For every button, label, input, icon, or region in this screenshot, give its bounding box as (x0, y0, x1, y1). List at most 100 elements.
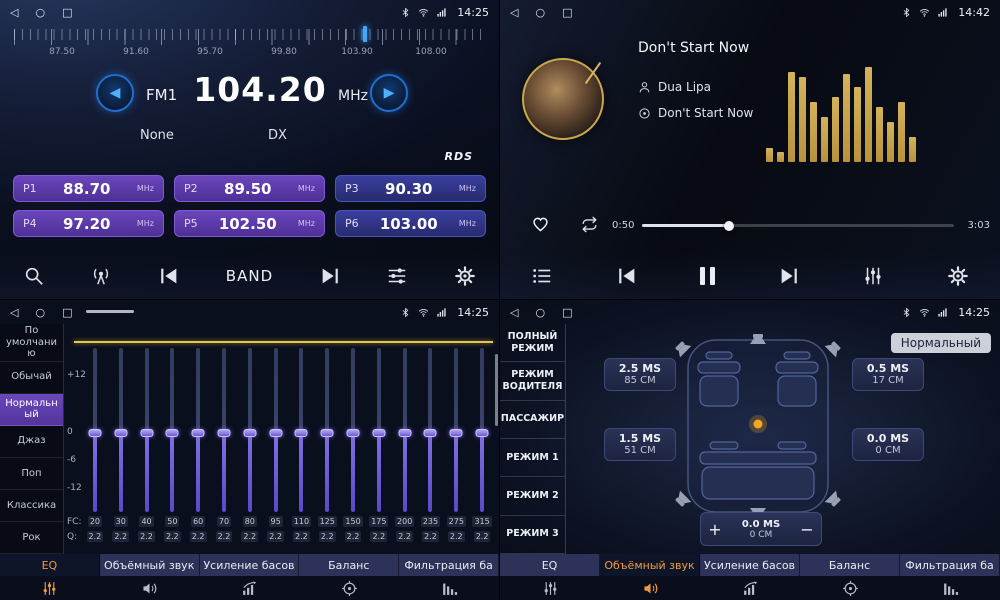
delay-card-front-left[interactable]: 2.5 MS 85 CM (604, 358, 676, 391)
recents-icon[interactable]: □ (562, 307, 572, 318)
slider-knob[interactable] (372, 429, 385, 437)
increase-button[interactable]: + (701, 520, 729, 539)
preset-button[interactable]: P6 103.00 MHz (335, 210, 486, 237)
home-icon[interactable]: ○ (535, 7, 545, 18)
tune-down-button[interactable]: ◀ (96, 74, 134, 112)
listening-mode-item[interactable]: ПОЛНЫЙ РЕЖИМ (500, 324, 565, 362)
eq-preset-item[interactable]: Рок (0, 522, 63, 554)
band-button[interactable]: BAND (226, 267, 273, 285)
listening-mode-item[interactable]: РЕЖИМ ВОДИТЕЛЯ (500, 362, 565, 400)
delay-card-rear-right[interactable]: 0.0 MS 0 CM (852, 428, 924, 461)
slider-knob[interactable] (450, 429, 463, 437)
balance-icon[interactable] (341, 580, 358, 597)
sound-tab[interactable]: Объёмный звук (100, 554, 200, 576)
repeat-icon[interactable] (580, 215, 599, 234)
seek-bar[interactable] (642, 224, 954, 227)
eq-preset-item[interactable]: По умолчанию (0, 324, 63, 362)
preset-button[interactable]: P4 97.20 MHz (13, 210, 164, 237)
slider-knob[interactable] (192, 429, 205, 437)
band-slider[interactable] (263, 348, 289, 512)
back-icon[interactable]: ◁ (510, 7, 518, 18)
band-slider[interactable] (392, 348, 418, 512)
home-icon[interactable]: ○ (535, 307, 545, 318)
back-icon[interactable]: ◁ (510, 307, 518, 318)
next-icon[interactable] (778, 265, 800, 287)
slider-knob[interactable] (114, 429, 127, 437)
band-slider[interactable] (340, 348, 366, 512)
album-art[interactable] (522, 58, 604, 140)
recents-icon[interactable]: □ (562, 7, 572, 18)
dx-mode-label[interactable]: DX (268, 128, 287, 143)
listening-mode-item[interactable]: РЕЖИМ 3 (500, 516, 565, 554)
slider-knob[interactable] (476, 429, 489, 437)
next-icon[interactable] (319, 265, 341, 287)
surround-icon[interactable] (141, 580, 158, 597)
previous-icon[interactable] (158, 265, 180, 287)
frequency-ruler[interactable]: 87.5091.6095.7099.80103.90108.00 (0, 27, 499, 65)
slider-knob[interactable] (424, 429, 437, 437)
band-slider[interactable] (82, 348, 108, 512)
pause-button[interactable] (700, 267, 715, 285)
profile-button[interactable]: Нормальный (891, 333, 991, 353)
previous-icon[interactable] (616, 265, 638, 287)
delay-card-rear-left[interactable]: 1.5 MS 51 CM (604, 428, 676, 461)
band-slider[interactable] (185, 348, 211, 512)
sound-tab[interactable]: Фильтрация ба (900, 554, 1000, 576)
eq-icon[interactable] (41, 580, 58, 597)
slider-knob[interactable] (269, 429, 282, 437)
slider-knob[interactable] (140, 429, 153, 437)
eq-preset-item[interactable]: Классика (0, 490, 63, 522)
band-slider[interactable] (443, 348, 469, 512)
recents-icon[interactable]: □ (62, 7, 72, 18)
settings-icon[interactable] (454, 265, 476, 287)
search-icon[interactable] (23, 265, 45, 287)
eq-preset-item[interactable]: Джаз (0, 426, 63, 458)
band-slider[interactable] (314, 348, 340, 512)
filter-icon[interactable] (441, 580, 458, 597)
listening-mode-item[interactable]: ПАССАЖИР (500, 401, 565, 439)
slider-knob[interactable] (295, 429, 308, 437)
bass-boost-icon[interactable] (241, 580, 258, 597)
preset-button[interactable]: P2 89.50 MHz (174, 175, 325, 202)
eq-preset-item[interactable]: Поп (0, 458, 63, 490)
slider-knob[interactable] (217, 429, 230, 437)
band-slider[interactable] (469, 348, 495, 512)
eq-icon[interactable] (542, 580, 559, 597)
favorite-icon[interactable] (530, 213, 551, 234)
surround-icon[interactable] (642, 580, 659, 597)
sound-tab[interactable]: Усиление басов (700, 554, 800, 576)
sound-tab[interactable]: Фильтрация ба (399, 554, 499, 576)
sound-tab[interactable]: EQ (0, 554, 100, 576)
equalizer-icon[interactable] (386, 265, 408, 287)
slider-knob[interactable] (347, 429, 360, 437)
slider-knob[interactable] (398, 429, 411, 437)
slider-knob[interactable] (321, 429, 334, 437)
band-slider[interactable] (418, 348, 444, 512)
back-icon[interactable]: ◁ (10, 7, 18, 18)
band-slider[interactable] (237, 348, 263, 512)
playlist-icon[interactable] (531, 265, 553, 287)
equalizer-icon[interactable] (862, 265, 884, 287)
preset-button[interactable]: P3 90.30 MHz (335, 175, 486, 202)
delay-card-front-right[interactable]: 0.5 MS 17 CM (852, 358, 924, 391)
band-slider[interactable] (108, 348, 134, 512)
home-icon[interactable]: ○ (35, 307, 45, 318)
tune-up-button[interactable]: ▶ (370, 74, 408, 112)
broadcast-icon[interactable] (90, 265, 112, 287)
settings-icon[interactable] (947, 265, 969, 287)
sound-tab[interactable]: Усиление басов (200, 554, 300, 576)
sound-tab[interactable]: EQ (500, 554, 600, 576)
band-slider[interactable] (159, 348, 185, 512)
home-icon[interactable]: ○ (35, 7, 45, 18)
band-slider[interactable] (366, 348, 392, 512)
balance-icon[interactable] (842, 580, 859, 597)
eq-preset-item[interactable]: Обычай (0, 362, 63, 394)
sound-tab[interactable]: Объёмный звук (600, 554, 700, 576)
sound-tab[interactable]: Баланс (299, 554, 399, 576)
slider-knob[interactable] (166, 429, 179, 437)
listening-mode-item[interactable]: РЕЖИМ 2 (500, 477, 565, 515)
decrease-button[interactable]: − (793, 520, 821, 539)
back-icon[interactable]: ◁ (10, 307, 18, 318)
listening-mode-item[interactable]: РЕЖИМ 1 (500, 439, 565, 477)
slider-knob[interactable] (243, 429, 256, 437)
